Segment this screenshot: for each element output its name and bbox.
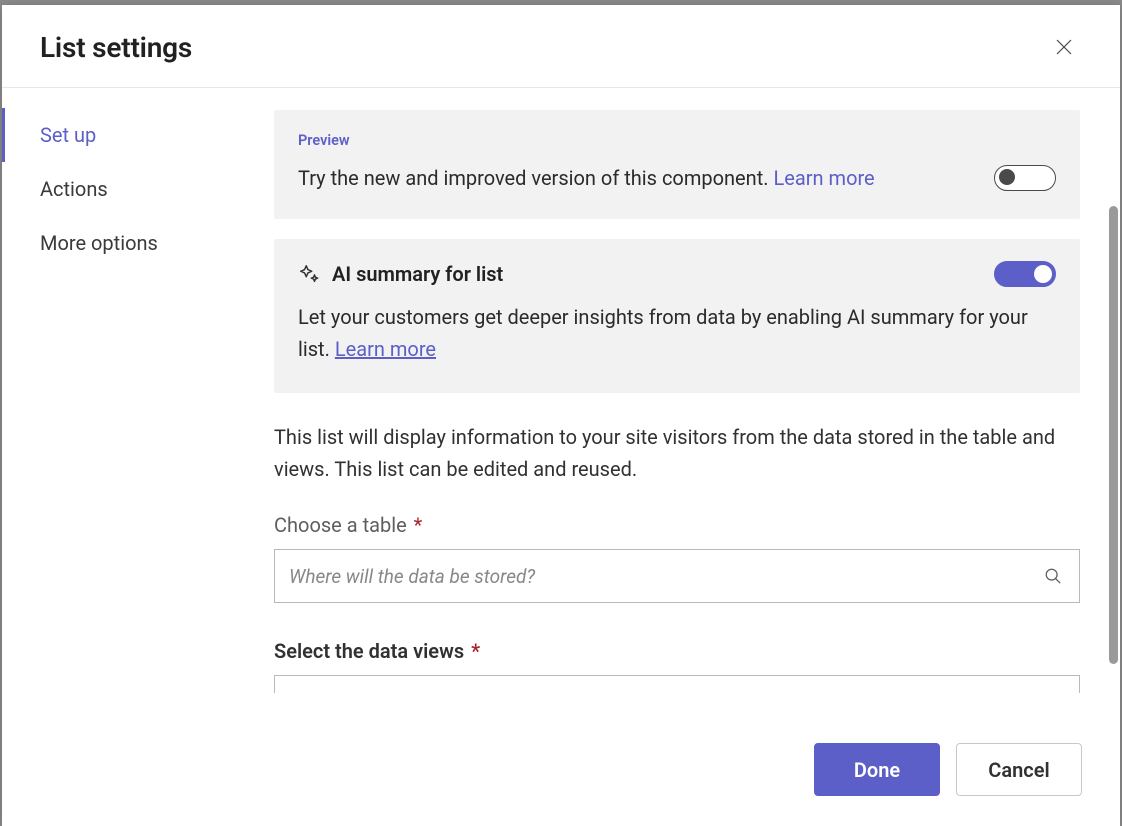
preview-learn-more-link[interactable]: Learn more [773, 166, 874, 190]
toggle-knob [1034, 265, 1052, 283]
content-area: Preview Try the new and improved version… [252, 88, 1120, 723]
ai-learn-more-link[interactable]: Learn more [335, 337, 436, 361]
preview-label: Preview [298, 132, 1056, 149]
choose-table-input[interactable] [274, 549, 1080, 603]
select-views-input[interactable] [274, 675, 1080, 693]
dialog-body: Set up Actions More options Preview Try … [2, 88, 1120, 723]
search-icon [1044, 567, 1062, 585]
dialog-footer: Done Cancel [2, 723, 1120, 826]
dialog-header: List settings [2, 5, 1120, 88]
done-button[interactable]: Done [814, 743, 940, 796]
sidebar-item-more-options[interactable]: More options [2, 216, 252, 270]
toggle-knob [999, 169, 1015, 185]
sparkle-icon [298, 263, 320, 285]
ai-summary-banner: AI summary for list Let your customers g… [274, 239, 1080, 393]
ai-summary-title: AI summary for list [332, 262, 503, 286]
preview-row: Try the new and improved version of this… [298, 163, 1056, 193]
choose-table-label: Choose a table * [274, 513, 1080, 537]
sidebar-item-actions[interactable]: Actions [2, 162, 252, 216]
ai-title-wrap: AI summary for list [298, 262, 503, 286]
sidebar-item-setup[interactable]: Set up [2, 108, 252, 162]
close-button[interactable] [1046, 29, 1082, 65]
preview-toggle[interactable] [994, 165, 1056, 191]
preview-banner: Preview Try the new and improved version… [274, 110, 1080, 219]
intro-text: This list will display information to yo… [274, 421, 1080, 485]
dialog-title: List settings [40, 31, 192, 64]
sidebar: Set up Actions More options [2, 88, 252, 723]
choose-table-input-wrap [274, 549, 1080, 603]
list-settings-dialog: List settings Set up Actions More option… [2, 5, 1120, 826]
ai-header: AI summary for list [298, 261, 1056, 287]
ai-summary-description: Let your customers get deeper insights f… [298, 301, 1056, 365]
preview-text: Try the new and improved version of this… [298, 163, 875, 193]
close-icon [1054, 37, 1074, 57]
required-asterisk: * [466, 639, 480, 663]
required-asterisk: * [409, 513, 423, 537]
cancel-button[interactable]: Cancel [956, 743, 1082, 796]
scrollbar[interactable] [1109, 206, 1118, 664]
select-views-label: Select the data views * [274, 639, 1080, 663]
ai-summary-toggle[interactable] [994, 261, 1056, 287]
